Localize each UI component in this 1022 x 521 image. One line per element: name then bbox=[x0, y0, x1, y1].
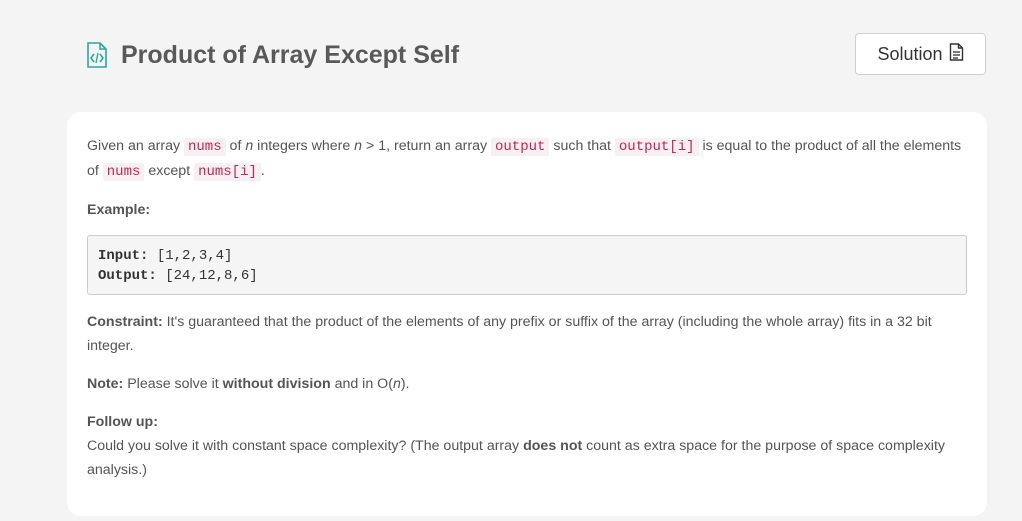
code-nums-2: nums bbox=[102, 163, 145, 181]
document-icon bbox=[949, 42, 964, 66]
code-output: output bbox=[491, 138, 550, 156]
example-code-block: Input: [1,2,3,4] Output: [24,12,8,6] bbox=[87, 235, 967, 295]
problem-description-card: Given an array nums of n integers where … bbox=[67, 112, 987, 516]
solution-button-label: Solution bbox=[877, 43, 943, 64]
code-nums-i: nums[i] bbox=[194, 163, 261, 181]
follow-up-heading: Follow up: bbox=[87, 414, 158, 430]
note-text: Note: Please solve it without division a… bbox=[87, 376, 410, 392]
page-title: Product of Array Except Self bbox=[121, 41, 460, 69]
follow-up-section: Follow up: Could you solve it with const… bbox=[87, 410, 967, 482]
example-output-line: Output: [24,12,8,6] bbox=[98, 268, 258, 284]
problem-statement: Given an array nums of n integers where … bbox=[87, 138, 962, 181]
code-nums: nums bbox=[184, 138, 226, 156]
code-output-i: output[i] bbox=[614, 138, 699, 156]
solution-button[interactable]: Solution bbox=[855, 33, 986, 75]
follow-up-text: Could you solve it with constant space c… bbox=[87, 438, 945, 478]
constraint-text: Constraint: It's guaranteed that the pro… bbox=[87, 314, 932, 354]
code-file-icon bbox=[86, 42, 108, 68]
example-heading: Example: bbox=[87, 202, 151, 218]
example-input-line: Input: [1,2,3,4] bbox=[98, 248, 233, 264]
problem-header: Product of Array Except Self Solution bbox=[86, 33, 986, 78]
